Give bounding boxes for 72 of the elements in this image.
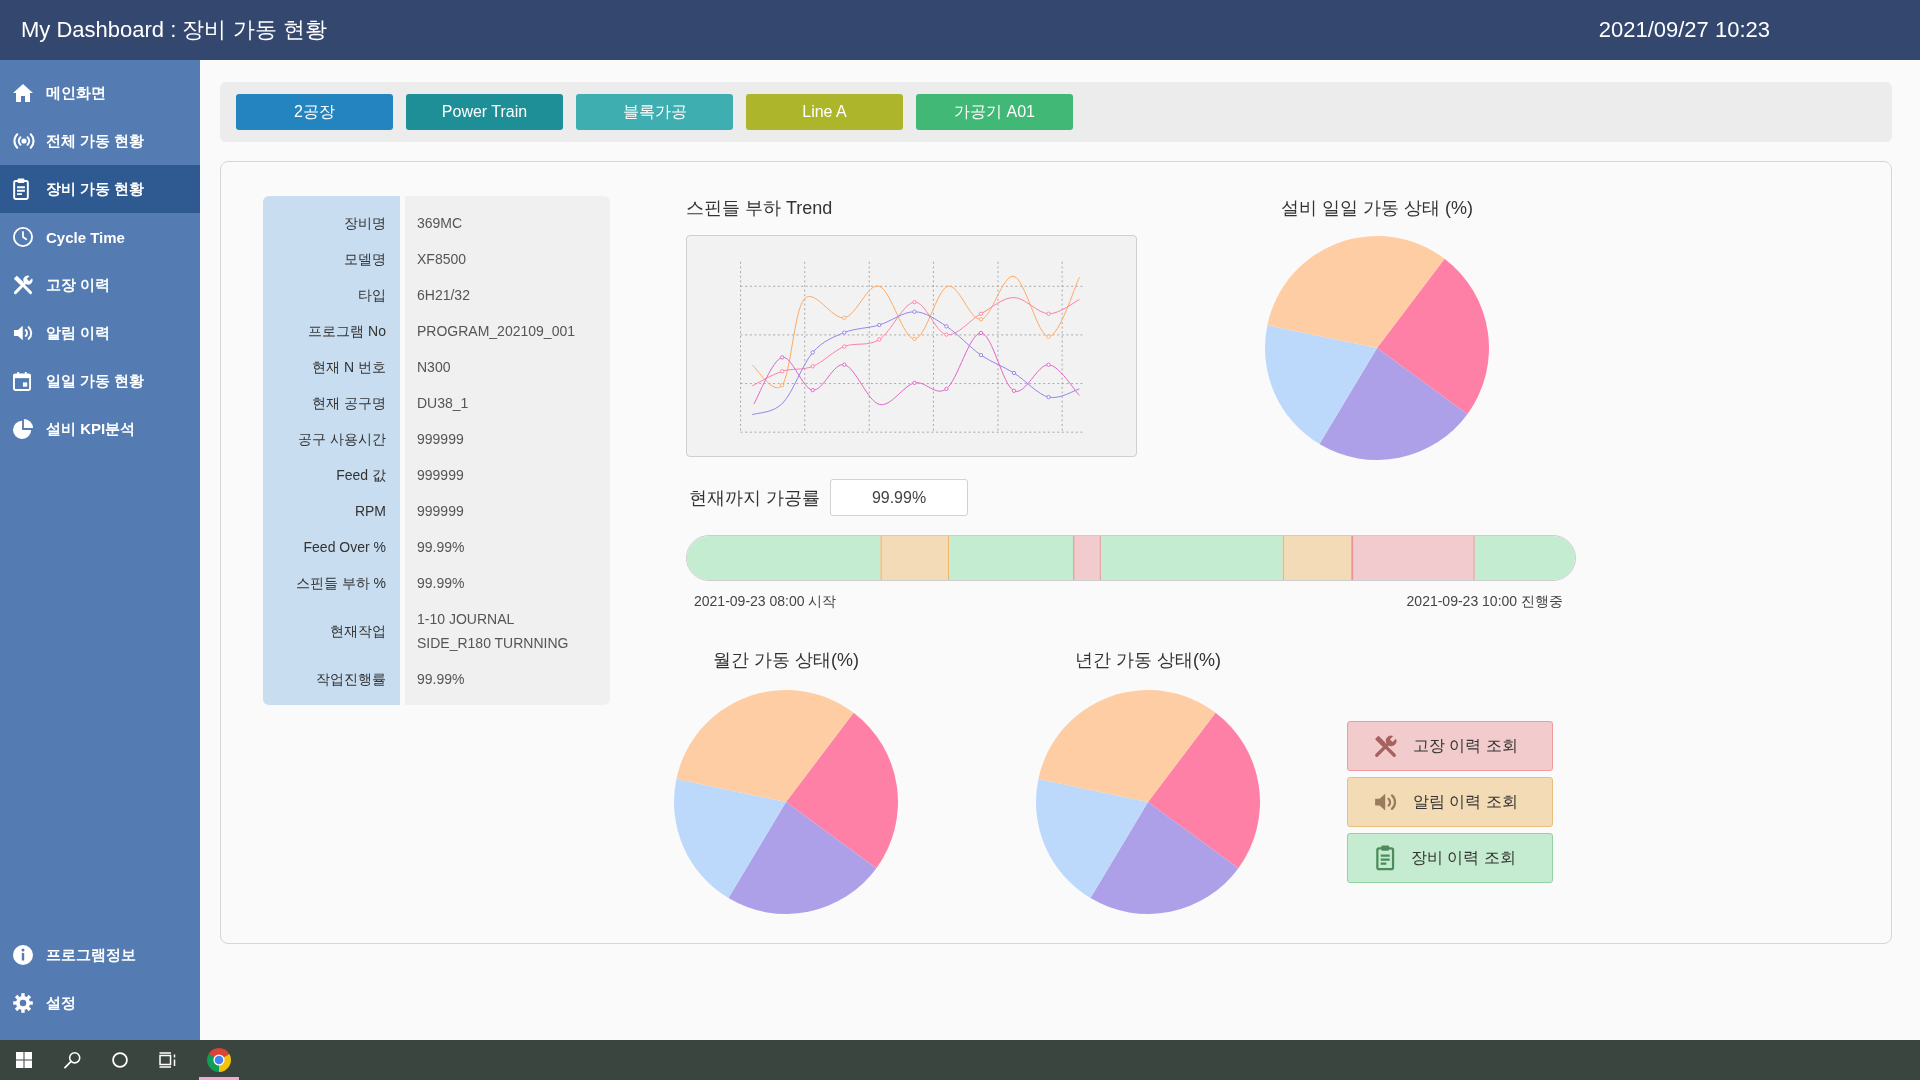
speaker-icon [1374, 792, 1398, 812]
sidebar-item[interactable]: 장비 가동 현황 [0, 165, 200, 213]
chart-title: 스핀들 부하 Trend [686, 197, 834, 220]
info-value: 999999 [417, 502, 464, 521]
info-value: 999999 [417, 466, 464, 485]
breadcrumb-button[interactable]: Power Train [406, 94, 563, 130]
info-label: 프로그램 No [308, 322, 386, 341]
breadcrumb-button[interactable]: 2공장 [236, 94, 393, 130]
pie-chart-icon [13, 419, 33, 439]
info-value: XF8500 [417, 250, 467, 269]
settings-icon [13, 993, 33, 1013]
breadcrumb-button[interactable]: 가공기 A01 [916, 94, 1073, 130]
start-time-label: 2021-09-23 08:00 시작 [694, 592, 837, 611]
info-icon [13, 945, 33, 965]
sidebar-item[interactable]: 알림 이력 [0, 309, 200, 357]
end-time-label: 2021-09-23 10:00 진행중 [1406, 592, 1563, 611]
info-label: 모델명 [344, 250, 386, 269]
sidebar-item[interactable]: 전체 가동 현황 [0, 117, 200, 165]
speaker-icon [13, 325, 33, 341]
info-label: 현재작업 [330, 622, 386, 641]
info-value: N300 [417, 358, 451, 377]
chart-title: 설비 일일 가동 상태 (%) [1281, 197, 1473, 220]
clock-icon [13, 227, 33, 247]
info-label: RPM [354, 502, 386, 521]
chart-title: 년간 가동 상태(%) [1075, 649, 1221, 672]
rate-field: 99.99% [830, 479, 968, 516]
info-label: 현재 N 번호 [312, 358, 386, 377]
history-button[interactable]: 알림 이력 조회 [1347, 777, 1553, 827]
info-value: 99.99% [417, 670, 465, 689]
sidebar-item[interactable]: 설정 [0, 979, 200, 1027]
sidebar-item[interactable]: 메인화면 [0, 69, 200, 117]
search-icon[interactable] [63, 1051, 81, 1069]
info-value: 6H21/32 [417, 286, 470, 305]
info-value: PROGRAM_202109_001 [417, 322, 575, 341]
info-label: 타입 [358, 286, 386, 305]
info-label: Feed Over % [303, 538, 386, 557]
info-value: 1-10 JOURNAL SIDE_R180 TURNNING [417, 610, 570, 653]
info-value: 999999 [417, 430, 464, 449]
clipboard-icon [1376, 845, 1395, 871]
info-label: Feed 값 [336, 466, 386, 485]
browser-icon[interactable] [207, 1048, 231, 1072]
sidebar-item[interactable]: Cycle Time [0, 213, 200, 261]
rate-label: 현재까지 가공률 [689, 486, 820, 510]
history-button[interactable]: 고장 이력 조회 [1347, 721, 1553, 771]
app-title: My Dashboard : 장비 가동 현황 [21, 16, 327, 44]
four-squares-icon[interactable] [16, 1052, 32, 1068]
home-icon [13, 84, 33, 102]
breadcrumb-button[interactable]: 블록가공 [576, 94, 733, 130]
calendar-icon [13, 371, 31, 391]
chart-title: 월간 가동 상태(%) [713, 649, 859, 672]
info-value: 99.99% [417, 574, 465, 593]
tools-icon [1374, 734, 1398, 758]
broadcast-icon [13, 133, 35, 149]
info-value: DU38_1 [417, 394, 469, 413]
info-label: 스핀들 부하 % [295, 574, 386, 593]
info-label: 공구 사용시간 [298, 430, 386, 449]
history-button[interactable]: 장비 이력 조회 [1347, 833, 1553, 883]
date-time: 2021/09/27 10:23 [1598, 17, 1770, 43]
sidebar-item[interactable]: 프로그램정보 [0, 931, 200, 979]
breadcrumb-button[interactable]: Line A [746, 94, 903, 130]
info-label: 장비명 [344, 214, 386, 233]
sidebar-item[interactable]: 고장 이력 [0, 261, 200, 309]
window-stack-icon[interactable] [159, 1052, 177, 1068]
info-label: 현재 공구명 [312, 394, 386, 413]
sidebar-item[interactable]: 설비 KPI분석 [0, 405, 200, 453]
info-value: 369MC [417, 214, 463, 233]
clipboard-icon [13, 178, 29, 200]
sidebar-item[interactable]: 일일 가동 현황 [0, 357, 200, 405]
tools-icon [13, 275, 33, 295]
circle-icon[interactable] [112, 1052, 128, 1068]
info-label: 작업진행률 [316, 670, 386, 689]
info-value: 99.99% [417, 538, 465, 557]
